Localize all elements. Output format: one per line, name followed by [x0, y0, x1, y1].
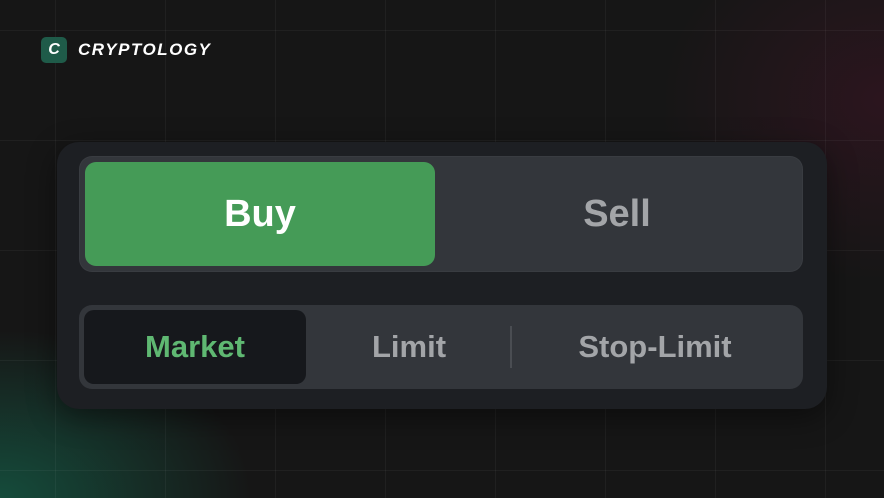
buy-button[interactable]: Buy [85, 162, 435, 266]
tab-limit[interactable]: Limit [309, 310, 509, 384]
tab-divider [510, 326, 512, 368]
tab-market[interactable]: Market [84, 310, 306, 384]
logo-mark-icon: C [41, 37, 67, 63]
sell-button[interactable]: Sell [437, 162, 797, 266]
order-panel: Buy Sell Market Limit Stop-Limit [57, 142, 827, 409]
brand-name: CRYPTOLOGY [78, 40, 212, 59]
order-type-tabs: Market Limit Stop-Limit [79, 305, 803, 389]
brand-logo: C CRYPTOLOGY [41, 37, 211, 63]
order-side-toggle: Buy Sell [79, 156, 803, 272]
tab-stop-limit[interactable]: Stop-Limit [513, 310, 797, 384]
